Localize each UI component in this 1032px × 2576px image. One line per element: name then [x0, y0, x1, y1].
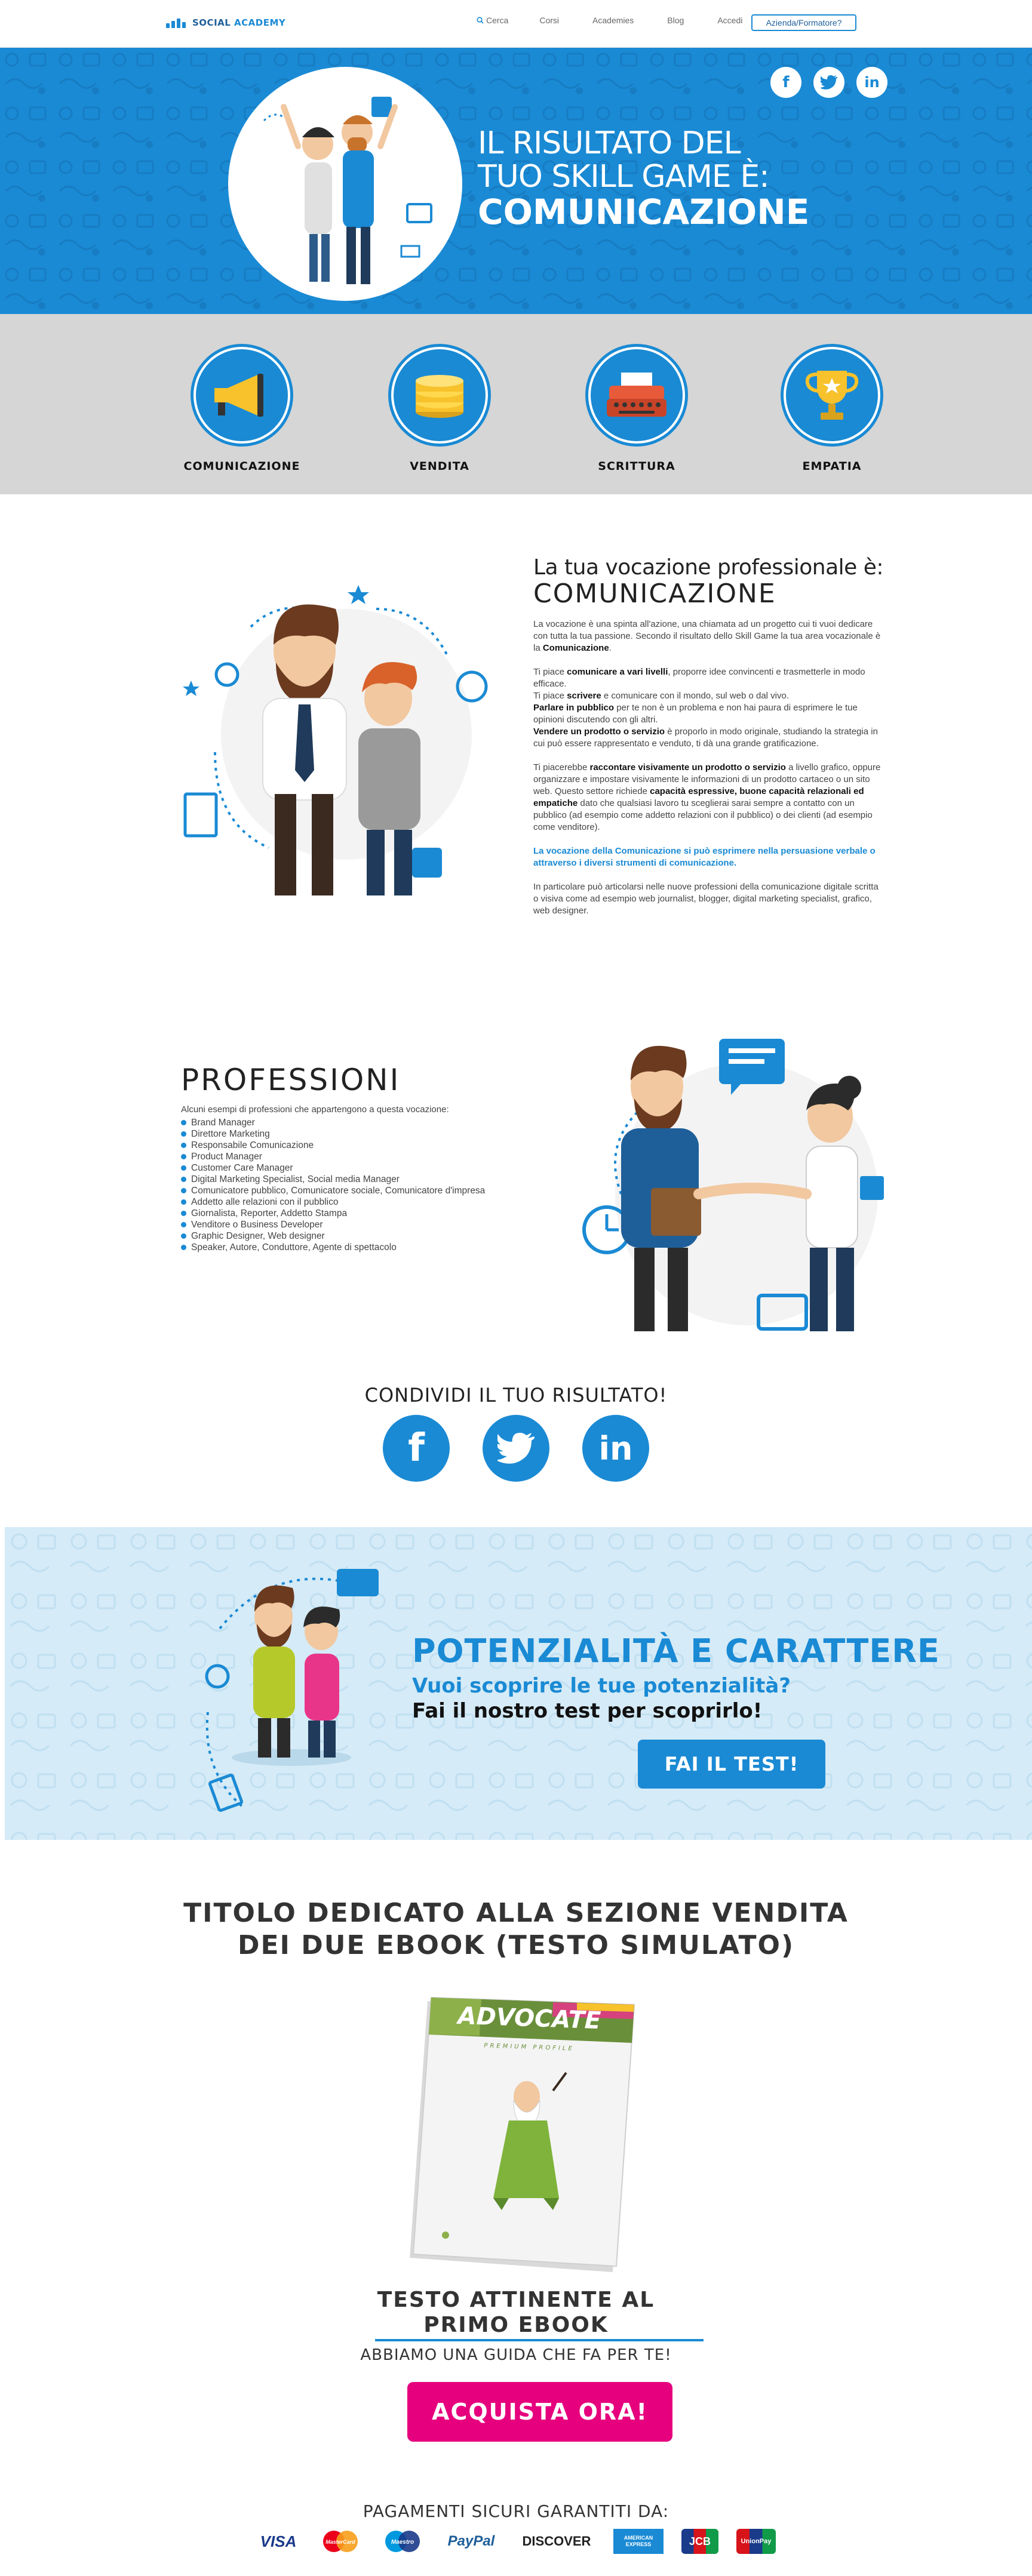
list-item: Digital Marketing Specialist, Social med… [181, 1174, 563, 1185]
hero-title-line1: IL RISULTATO DEL [478, 125, 741, 161]
list-item: Venditore o Business Developer [181, 1219, 563, 1230]
unionpay-icon: UnionPay [736, 2529, 776, 2554]
vocation-name: COMUNICAZIONE [533, 578, 776, 609]
skill-comunicazione: COMUNICAZIONE [182, 344, 302, 473]
professions-heading: PROFESSIONI [181, 1063, 401, 1097]
skill-label: VENDITA [410, 460, 469, 473]
nav-item-accedi[interactable]: Accedi [717, 16, 742, 25]
search-icon [477, 17, 484, 24]
nav-item-corsi[interactable]: Corsi [539, 16, 559, 25]
hero-title-line3: COMUNICAZIONE [478, 192, 810, 233]
payment-logos: VISA MasterCard Maestro PayPal DISCOVER … [0, 2529, 1032, 2554]
list-item: Customer Care Manager [181, 1162, 563, 1174]
vocation-paragraph-5: In particolare può articolarsi nelle nuo… [533, 882, 879, 916]
discover-icon: DISCOVER [522, 2534, 591, 2549]
jcb-icon: JCB [681, 2529, 718, 2554]
maestro-icon: Maestro [380, 2529, 425, 2554]
ebook-guide-text: ABBIAMO UNA GUIDA CHE FA PER TE! [360, 2346, 672, 2364]
list-item: Product Manager [181, 1151, 563, 1162]
ebook-section-title: TITOLO DEDICATO ALLA SEZIONE VENDITA DEI… [183, 1898, 849, 1961]
celebrating-people-illustration [263, 97, 432, 284]
skill-empatia: EMPATIA [772, 344, 892, 473]
ebook-subtitle: TESTO ATTINENTE AL PRIMO EBOOK [377, 2288, 655, 2337]
vocation-highlight: La vocazione della Comunicazione si può … [533, 846, 876, 868]
skill-label: EMPATIA [802, 460, 862, 473]
handshake-illustration [582, 1039, 884, 1331]
potential-test-banner: POTENZIALITÀ E CARATTERE Vuoi scoprire l… [5, 1527, 1032, 1840]
facebook-icon[interactable]: f [383, 1415, 450, 1482]
list-item: Responsabile Comunicazione [181, 1140, 563, 1151]
list-item: Addetto alle relazioni con il pubblico [181, 1196, 563, 1208]
facebook-icon[interactable]: f [770, 67, 801, 98]
skills-strip: COMUNICAZIONE VENDITA SCRITTURA EMPATIA [0, 314, 1032, 494]
svg-text:MasterCard: MasterCard [325, 2539, 355, 2545]
ebook-cover-image: ADVOCATE PREMIUM PROFILE [410, 1996, 635, 2272]
hero-title-line2: TUO SKILL GAME È: [478, 159, 770, 195]
twitter-icon[interactable] [483, 1415, 549, 1482]
twitter-icon[interactable] [813, 67, 844, 98]
skill-vendita: VENDITA [380, 344, 499, 473]
coins-icon [416, 375, 463, 418]
potential-question: Vuoi scoprire le tue potenzialità? [412, 1674, 791, 1698]
skill-label: COMUNICAZIONE [183, 460, 300, 473]
logo-text-academy: ACADEMY [234, 17, 286, 28]
nav-menu: Cerca Corsi Academies Blog Accedi [477, 16, 767, 25]
share-buttons: f in [0, 1415, 1032, 1482]
potential-heading: POTENZIALITÀ E CARATTERE [412, 1632, 940, 1670]
logo-text-social: SOCIAL [192, 17, 231, 28]
nav-label: Cerca [486, 16, 509, 25]
vocation-description: La tua vocazione professionale è: COMUNI… [533, 555, 886, 917]
vocation-illustration [179, 573, 490, 907]
logo[interactable]: SOCIAL ACADEMY [166, 16, 285, 30]
professions-list: Brand Manager Direttore Marketing Respon… [181, 1117, 563, 1253]
top-navbar: SOCIAL ACADEMY Cerca Corsi Academies Blo… [0, 0, 1032, 48]
potential-invite: Fai il nostro test per scoprirlo! [412, 1699, 763, 1723]
visa-icon: VISA [260, 2532, 297, 2550]
hero-social-links: f in [770, 67, 887, 98]
linkedin-icon[interactable]: in [582, 1415, 649, 1482]
megaphone-icon [214, 374, 263, 417]
team-illustration [205, 1569, 379, 1812]
skill-label: SCRITTURA [598, 460, 675, 473]
two-professionals-illustration [183, 585, 488, 895]
professions-illustration [579, 1015, 914, 1337]
list-item: Direttore Marketing [181, 1128, 563, 1140]
trophy-icon [805, 371, 859, 420]
nav-item-academies[interactable]: Academies [592, 16, 634, 25]
list-item: Giornalista, Reporter, Addetto Stampa [181, 1208, 563, 1219]
business-trainer-button[interactable]: Azienda/Formatore? [751, 14, 856, 31]
ebook-cover-title: ADVOCATE [456, 2002, 601, 2035]
take-test-button[interactable]: FAI IL TEST! [638, 1740, 825, 1789]
logo-bars-icon [166, 17, 188, 28]
skill-scrittura: SCRITTURA [577, 344, 696, 473]
professions-section: PROFESSIONI Alcuni esempi di professioni… [181, 1063, 563, 1253]
nav-item-cerca[interactable]: Cerca [477, 16, 508, 25]
linkedin-icon[interactable]: in [856, 67, 887, 98]
list-item: Brand Manager [181, 1117, 563, 1128]
hero-illustration-circle [228, 67, 462, 301]
mastercard-icon: MasterCard [318, 2529, 363, 2554]
list-item: Graphic Designer, Web designer [181, 1230, 563, 1242]
ebook-cover[interactable]: ADVOCATE PREMIUM PROFILE [404, 1995, 643, 2272]
nav-item-blog[interactable]: Blog [667, 16, 684, 25]
svg-text:Maestro: Maestro [391, 2539, 414, 2546]
divider [375, 2339, 704, 2341]
list-item: Comunicatore pubblico, Comunicatore soci… [181, 1185, 563, 1196]
potential-illustration [196, 1557, 435, 1826]
vocation-paragraph-1: La vocazione è una spinta all'azione, un… [533, 619, 881, 653]
buy-now-button[interactable]: ACQUISTA ORA! [407, 2382, 672, 2442]
vocation-heading: La tua vocazione professionale è: [533, 555, 884, 580]
paypal-icon: PayPal [447, 2533, 495, 2549]
vocation-paragraph-3: Ti piacerebbe raccontare visivamente un … [533, 762, 881, 832]
hero-banner: IL RISULTATO DEL TUO SKILL GAME È: COMUN… [0, 48, 1032, 314]
typewriter-icon [607, 373, 666, 417]
hero-title: IL RISULTATO DEL TUO SKILL GAME È: COMUN… [478, 127, 809, 231]
share-heading: CONDIVIDI IL TUO RISULTATO! [364, 1384, 668, 1407]
professions-intro: Alcuni esempi di professioni che apparte… [181, 1104, 449, 1115]
american-express-icon: AMERICAN EXPRESS [613, 2529, 664, 2554]
vocation-paragraph-2: Ti piace comunicare a vari livelli, prop… [533, 667, 878, 749]
payments-heading: PAGAMENTI SICURI GARANTITI DA: [363, 2501, 669, 2521]
list-item: Speaker, Autore, Conduttore, Agente di s… [181, 1242, 563, 1253]
